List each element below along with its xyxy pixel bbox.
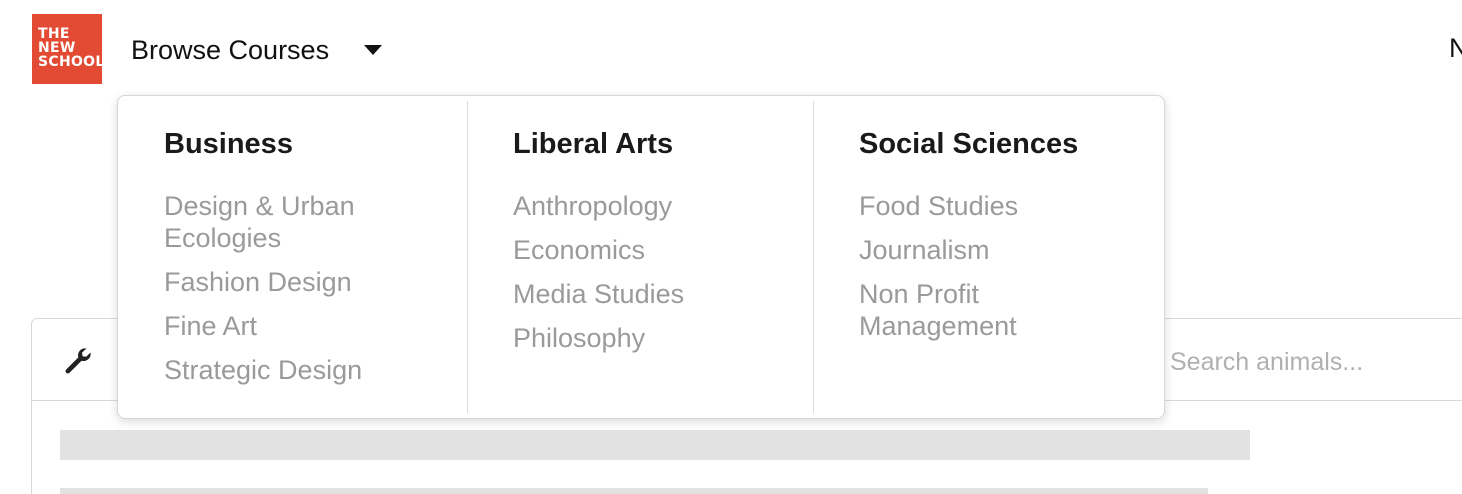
menu-item-food-studies[interactable]: Food Studies bbox=[859, 190, 1164, 222]
logo-line-3: SCHOOL bbox=[38, 54, 105, 70]
menu-item-media-studies[interactable]: Media Studies bbox=[513, 278, 813, 310]
menu-item-fine-art[interactable]: Fine Art bbox=[164, 310, 467, 342]
category-column-liberal-arts: Liberal Arts Anthropology Economics Medi… bbox=[467, 96, 813, 418]
category-title[interactable]: Business bbox=[164, 126, 467, 162]
menu-item-anthropology[interactable]: Anthropology bbox=[513, 190, 813, 222]
the-new-school-logo[interactable]: THE NEW SCHOOL bbox=[32, 14, 105, 84]
loading-placeholder-row bbox=[60, 488, 1208, 494]
category-column-business: Business Design & Urban Ecologies Fashio… bbox=[118, 96, 467, 418]
menu-item-fashion-design[interactable]: Fashion Design bbox=[164, 266, 467, 298]
logo-line-1: THE bbox=[38, 26, 70, 42]
right-nav-item[interactable]: N bbox=[1449, 33, 1462, 64]
column-divider bbox=[467, 101, 468, 413]
browse-courses-button[interactable]: Browse Courses bbox=[131, 33, 329, 67]
course-list: Design & Urban Ecologies Fashion Design … bbox=[164, 190, 467, 386]
wrench-icon[interactable] bbox=[62, 345, 94, 377]
menu-item-journalism[interactable]: Journalism bbox=[859, 234, 1164, 266]
menu-item-design-urban-ecologies[interactable]: Design & Urban Ecologies bbox=[164, 190, 384, 254]
menu-item-non-profit-management[interactable]: Non Profit Management bbox=[859, 278, 1079, 342]
menu-item-strategic-design[interactable]: Strategic Design bbox=[164, 354, 467, 386]
menu-item-economics[interactable]: Economics bbox=[513, 234, 813, 266]
loading-placeholder-row bbox=[60, 430, 1250, 460]
menu-item-philosophy[interactable]: Philosophy bbox=[513, 322, 813, 354]
browse-courses-dropdown: Business Design & Urban Ecologies Fashio… bbox=[117, 95, 1165, 419]
column-divider bbox=[813, 101, 814, 413]
category-title[interactable]: Liberal Arts bbox=[513, 126, 813, 162]
course-list: Food Studies Journalism Non Profit Manag… bbox=[859, 190, 1164, 342]
logo-line-2: NEW bbox=[38, 40, 76, 56]
search-input[interactable] bbox=[1170, 344, 1450, 380]
chevron-down-icon[interactable] bbox=[364, 45, 382, 55]
course-list: Anthropology Economics Media Studies Phi… bbox=[513, 190, 813, 354]
category-column-social-sciences: Social Sciences Food Studies Journalism … bbox=[813, 96, 1164, 418]
category-title[interactable]: Social Sciences bbox=[859, 126, 1164, 162]
